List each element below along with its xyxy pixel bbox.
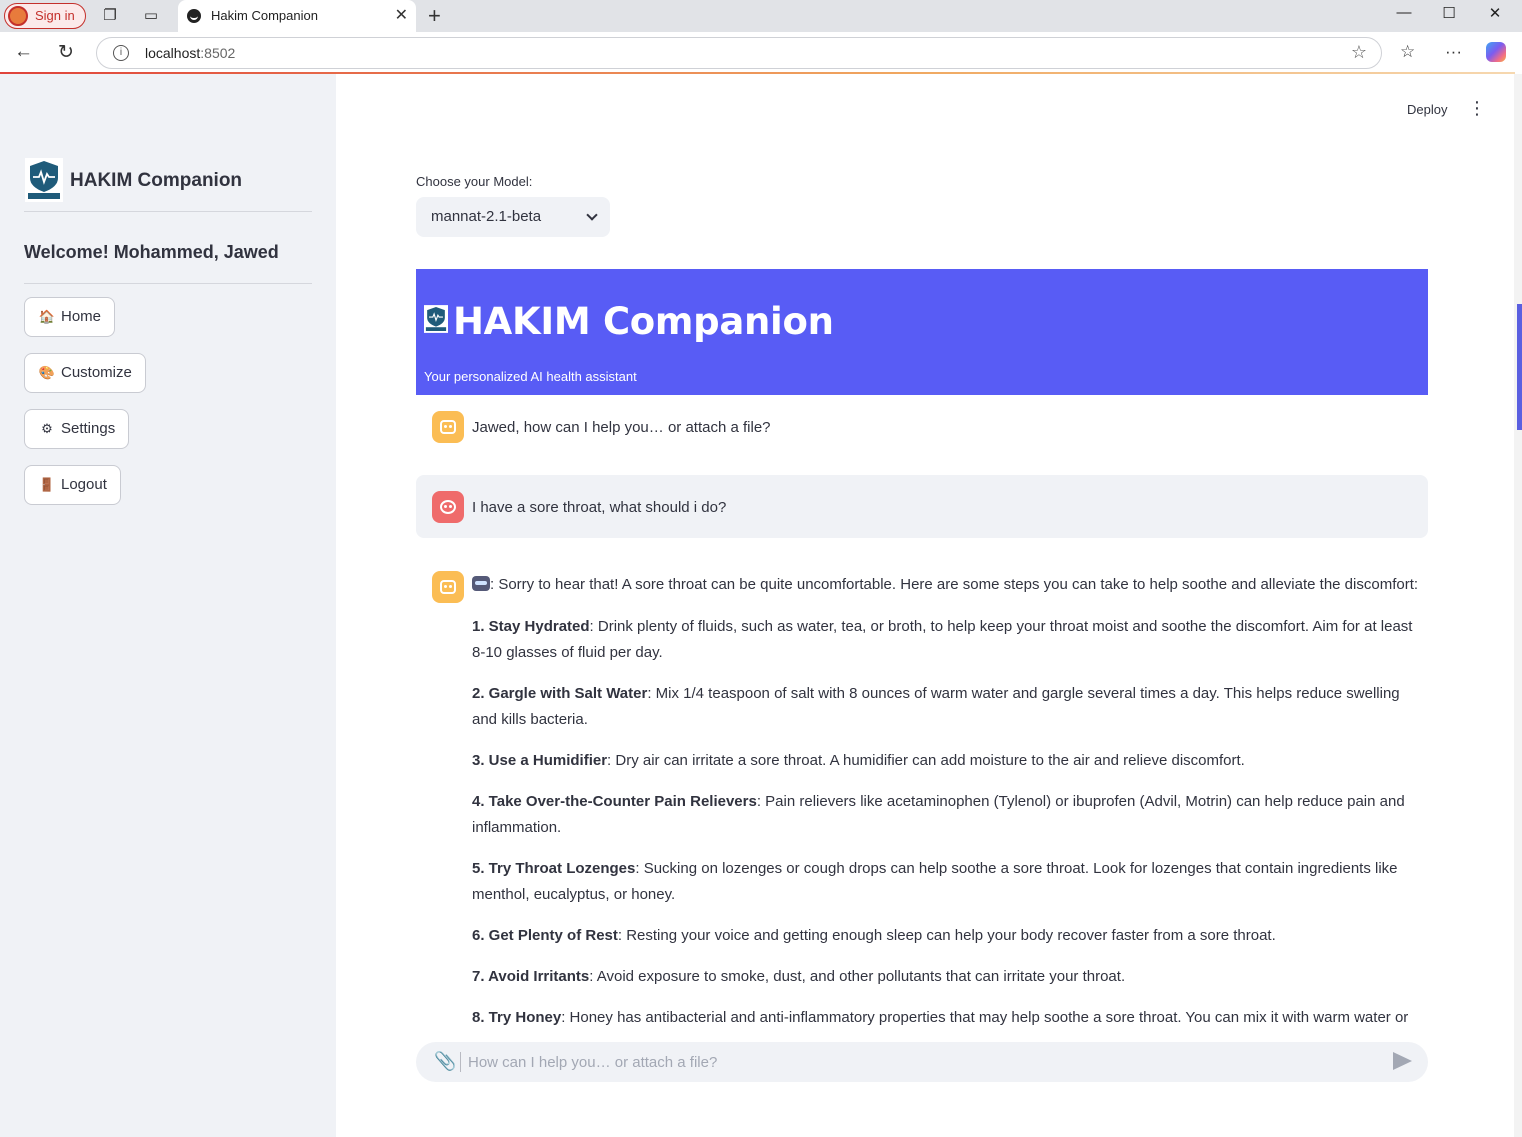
step-text: : Dry air can irritate a sore throat. A … — [607, 752, 1245, 769]
url-field[interactable]: i localhost:8502 ☆ — [96, 37, 1382, 69]
step-title: 4. Take Over-the-Counter Pain Relievers — [472, 793, 757, 810]
back-icon[interactable]: ← — [14, 41, 33, 63]
answer-step: 3. Use a Humidifier: Dry air can irritat… — [472, 748, 1428, 774]
answer-step: 7. Avoid Irritants: Avoid exposure to sm… — [472, 964, 1428, 990]
model-label: Choose your Model: — [416, 174, 533, 189]
customize-button[interactable]: 🎨 Customize — [24, 353, 146, 393]
bot-avatar-icon — [432, 571, 464, 603]
settings-button[interactable]: ⚙ Settings — [24, 409, 130, 449]
deploy-button[interactable]: Deploy — [1400, 100, 1454, 119]
profile-avatar-icon — [8, 6, 28, 26]
hakim-logo-icon — [424, 305, 448, 333]
welcome-text: Welcome! Mohammed, Jawed — [24, 242, 279, 262]
signin-button[interactable]: Sign in — [4, 3, 86, 29]
site-info-icon[interactable]: i — [113, 45, 129, 61]
url-port: :8502 — [200, 45, 236, 61]
chat-input-bar: 📎 — [416, 1042, 1428, 1082]
chevron-down-icon — [586, 209, 598, 221]
tab-actions-icon[interactable]: ▭ — [141, 6, 161, 26]
new-tab-icon[interactable]: + — [428, 3, 441, 29]
step-title: 3. Use a Humidifier — [472, 752, 608, 769]
banner-subtitle: Your personalized AI health assistant — [424, 369, 637, 384]
step-text: : Resting your voice and getting enough … — [617, 927, 1276, 944]
logout-label: Logout — [61, 476, 107, 493]
workspaces-icon[interactable]: ❐ — [100, 6, 120, 26]
sidebar-divider — [24, 283, 312, 284]
tab-close-icon[interactable]: ✕ — [395, 5, 408, 25]
model-select[interactable]: mannat-2.1-beta — [416, 197, 610, 237]
browser-tab[interactable]: Hakim Companion ✕ — [178, 0, 416, 32]
input-separator — [460, 1052, 461, 1072]
answer-step: 2. Gargle with Salt Water: Mix 1/4 teasp… — [472, 681, 1428, 733]
tab-favicon-icon — [187, 9, 201, 23]
favorites-icon[interactable]: ☆ — [1400, 42, 1415, 62]
browser-titlebar: Sign in ❐ ▭ Hakim Companion ✕ + — ☐ ✕ — [0, 0, 1522, 32]
home-label: Home — [61, 308, 102, 325]
answer-step: 5. Try Throat Lozenges: Sucking on lozen… — [472, 856, 1428, 908]
step-title: 8. Try Honey — [472, 1009, 562, 1026]
close-window-icon[interactable]: ✕ — [1483, 4, 1507, 26]
door-icon: 🚪 — [38, 477, 56, 492]
tab-title: Hakim Companion — [211, 8, 318, 23]
url-host: localhost — [145, 45, 201, 61]
send-icon[interactable] — [1393, 1052, 1412, 1070]
more-menu-icon[interactable]: ··· — [1445, 42, 1462, 62]
step-title: 6. Get Plenty of Rest — [472, 927, 618, 944]
gear-icon: ⚙ — [41, 421, 53, 436]
step-title: 7. Avoid Irritants — [472, 968, 590, 985]
step-title: 5. Try Throat Lozenges — [472, 860, 636, 877]
sidebar-divider — [24, 211, 312, 212]
assistant-answer: : Sorry to hear that! A sore throat can … — [472, 572, 1428, 1046]
header-banner: HAKIM Companion Your personalized AI hea… — [416, 269, 1428, 395]
user-message: I have a sore throat, what should i do? — [472, 499, 727, 516]
home-icon: 🏠 — [38, 309, 56, 324]
customize-label: Customize — [61, 364, 132, 381]
bot-avatar-icon — [432, 411, 464, 443]
sidebar-title: HAKIM Companion — [70, 170, 243, 191]
window-scrollbar[interactable] — [1514, 74, 1522, 1137]
favorite-star-icon[interactable]: ☆ — [1351, 42, 1367, 63]
answer-step: 8. Try Honey: Honey has antibacterial an… — [472, 1005, 1428, 1031]
sidebar: HAKIM Companion Welcome! Mohammed, Jawed… — [0, 74, 336, 1137]
scrollbar-thumb[interactable] — [1517, 304, 1522, 430]
answer-intro: : Sorry to hear that! A sore throat can … — [472, 572, 1428, 598]
palette-icon: 🎨 — [38, 365, 56, 380]
answer-intro-text: : Sorry to hear that! A sore throat can … — [490, 576, 1419, 593]
step-title: 1. Stay Hydrated — [472, 618, 590, 635]
home-button[interactable]: 🏠 Home — [24, 297, 116, 337]
minimize-icon[interactable]: — — [1392, 4, 1416, 26]
banner-title: HAKIM Companion — [453, 300, 834, 343]
step-text: : Honey has antibacterial and anti-infla… — [561, 1009, 1409, 1026]
answer-step: 1. Stay Hydrated: Drink plenty of fluids… — [472, 614, 1428, 666]
paperclip-icon[interactable]: 📎 — [434, 1051, 456, 1072]
hakim-logo-icon — [25, 158, 63, 202]
settings-label: Settings — [61, 420, 116, 437]
address-bar-row: ← ↻ i localhost:8502 ☆ ☆ ··· — [0, 32, 1522, 74]
chat-input[interactable] — [468, 1048, 1368, 1076]
assistant-greeting: Jawed, how can I help you… or attach a f… — [472, 419, 771, 436]
refresh-icon[interactable]: ↻ — [58, 41, 74, 64]
copilot-icon[interactable] — [1486, 42, 1506, 62]
url-text: localhost:8502 — [145, 45, 235, 61]
robot-icon — [472, 576, 490, 591]
model-selected-value: mannat-2.1-beta — [431, 208, 542, 225]
main-menu-icon[interactable]: ⋮ — [1468, 98, 1486, 118]
maximize-icon[interactable]: ☐ — [1437, 4, 1461, 26]
logout-button[interactable]: 🚪 Logout — [24, 465, 121, 505]
signin-label: Sign in — [35, 8, 75, 23]
step-title: 2. Gargle with Salt Water — [472, 685, 648, 702]
step-text: : Drink plenty of fluids, such as water,… — [472, 618, 1413, 661]
answer-step: 6. Get Plenty of Rest: Resting your voic… — [472, 923, 1428, 949]
step-text: : Avoid exposure to smoke, dust, and oth… — [589, 968, 1126, 985]
answer-step: 4. Take Over-the-Counter Pain Relievers:… — [472, 789, 1428, 841]
user-avatar-icon — [432, 491, 464, 523]
